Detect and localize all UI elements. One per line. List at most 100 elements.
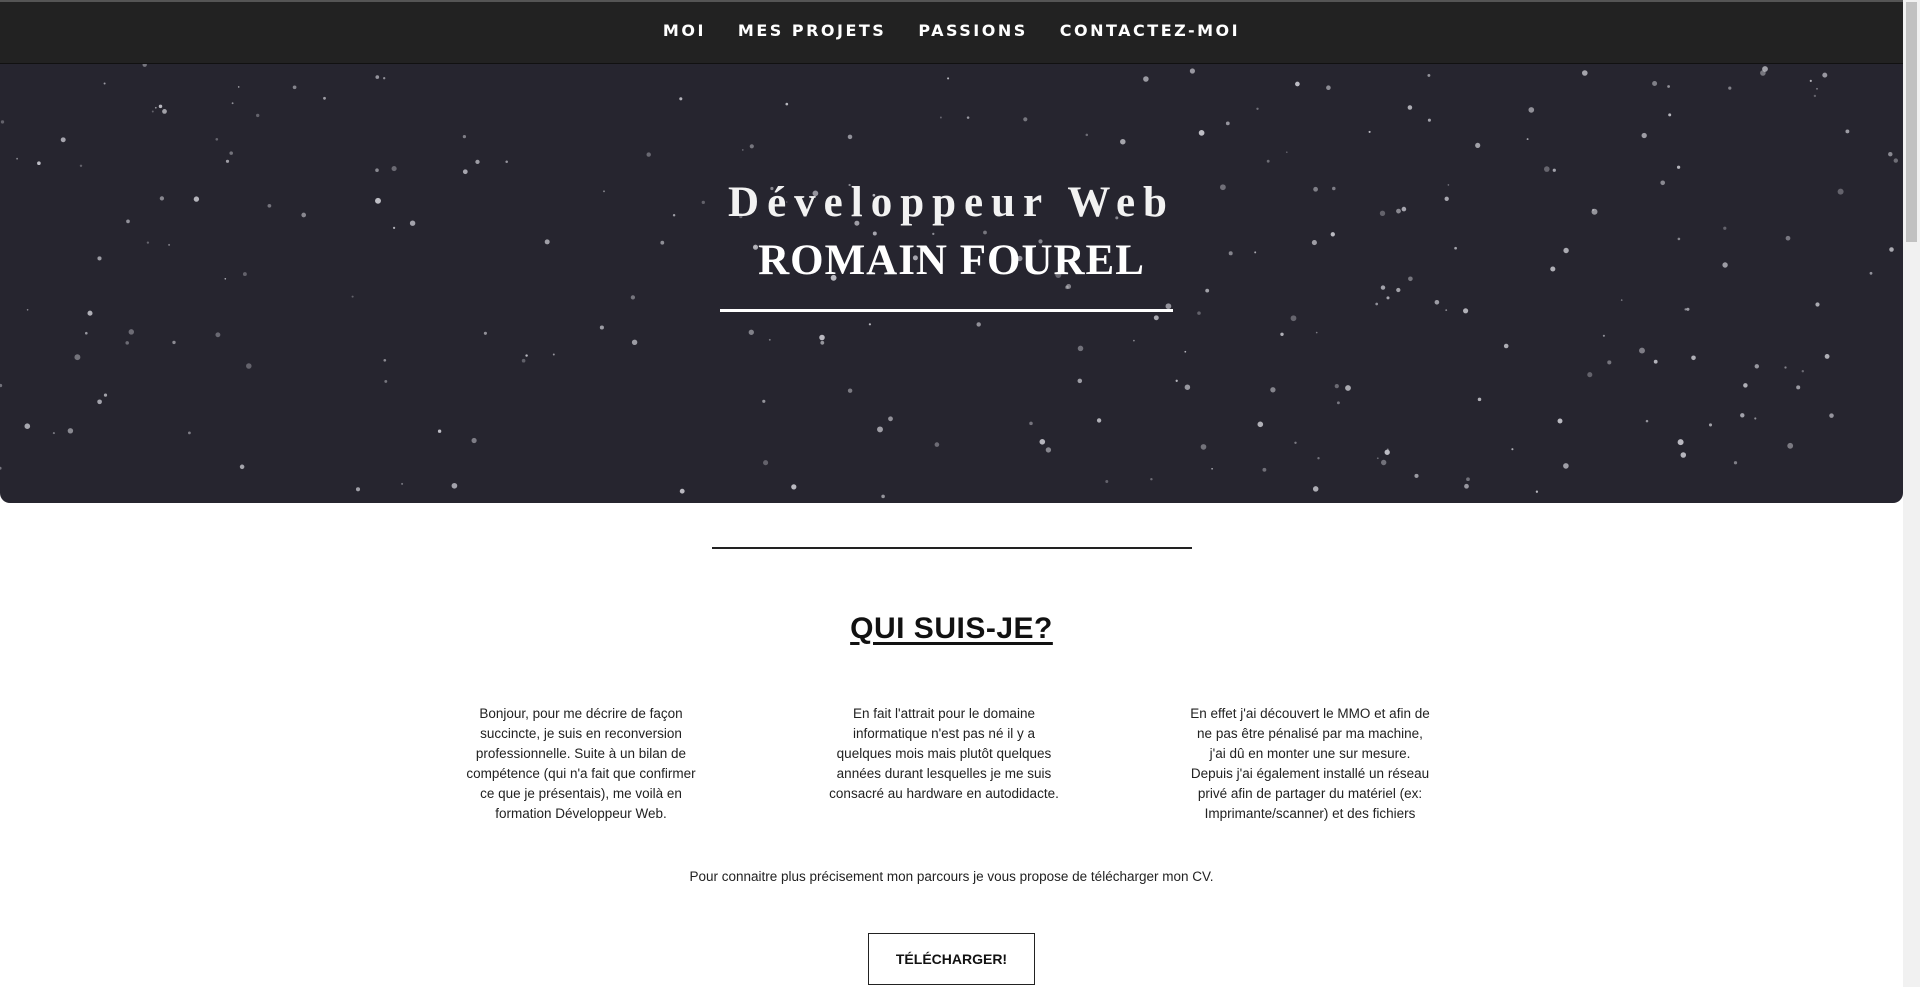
star-dot bbox=[1708, 423, 1713, 427]
star-dot bbox=[877, 426, 883, 433]
star-dot bbox=[1477, 397, 1482, 402]
star-dot bbox=[741, 149, 744, 151]
star-dot bbox=[0, 383, 3, 388]
star-dot bbox=[966, 116, 970, 119]
star-dot bbox=[1641, 132, 1647, 139]
star-dot bbox=[1813, 94, 1817, 98]
star-dot bbox=[87, 310, 93, 316]
star-dot bbox=[1816, 87, 1818, 90]
download-cv-button[interactable]: TÉLÉCHARGER! bbox=[868, 933, 1035, 985]
star-dot bbox=[1175, 379, 1178, 382]
star-dot bbox=[375, 75, 380, 79]
star-dot bbox=[1511, 448, 1514, 451]
star-dot bbox=[215, 332, 221, 338]
star-dot bbox=[151, 110, 154, 113]
star-dot bbox=[37, 161, 41, 166]
star-dot bbox=[1760, 70, 1766, 76]
star-dot bbox=[1740, 413, 1745, 418]
section-divider bbox=[712, 547, 1192, 549]
star-dot bbox=[1290, 315, 1297, 322]
star-dot bbox=[762, 399, 766, 403]
cv-invitation-text: Pour connaitre plus précisement mon parc… bbox=[689, 869, 1214, 884]
star-dot bbox=[383, 358, 387, 362]
star-dot bbox=[1607, 360, 1612, 365]
star-dot bbox=[1620, 299, 1623, 301]
star-dot bbox=[1085, 133, 1089, 137]
star-dot bbox=[1334, 383, 1339, 389]
star-dot bbox=[355, 487, 361, 492]
about-title: QUI SUIS-JE? bbox=[850, 612, 1053, 645]
star-dot bbox=[1315, 331, 1318, 334]
star-dot bbox=[505, 160, 508, 164]
star-dot bbox=[1503, 343, 1509, 349]
star-dot bbox=[1824, 353, 1830, 359]
star-dot bbox=[1039, 438, 1046, 445]
star-dot bbox=[748, 329, 754, 335]
star-dot bbox=[74, 354, 81, 361]
nav-link-moi[interactable]: MOI bbox=[663, 21, 706, 40]
star-dot bbox=[1133, 339, 1135, 342]
star-dot bbox=[437, 429, 442, 433]
star-dot bbox=[391, 166, 397, 172]
star-dot bbox=[1809, 79, 1812, 82]
star-dot bbox=[16, 157, 18, 160]
star-dot bbox=[1822, 72, 1828, 78]
star-dot bbox=[1345, 385, 1351, 391]
star-dot bbox=[1602, 334, 1605, 337]
star-dot bbox=[1639, 347, 1645, 354]
vertical-scrollbar[interactable] bbox=[1903, 0, 1920, 987]
star-dot bbox=[229, 151, 233, 155]
star-dot bbox=[1266, 159, 1270, 163]
star-dot bbox=[1723, 226, 1727, 230]
star-dot bbox=[1684, 308, 1687, 311]
star-dot bbox=[1427, 118, 1431, 122]
star-dot bbox=[375, 168, 379, 172]
star-dot bbox=[888, 416, 893, 422]
star-dot bbox=[1893, 158, 1898, 163]
star-dot bbox=[1294, 441, 1297, 444]
star-dot bbox=[1754, 364, 1760, 369]
star-dot bbox=[1581, 70, 1588, 76]
star-dot bbox=[471, 437, 477, 444]
star-dot bbox=[1784, 366, 1787, 369]
star-dot bbox=[1077, 378, 1083, 384]
star-dot bbox=[392, 226, 396, 230]
star-dot bbox=[103, 393, 108, 397]
star-dot bbox=[552, 353, 555, 356]
star-dot bbox=[819, 334, 825, 341]
star-dot bbox=[646, 152, 651, 157]
star-dot bbox=[142, 64, 147, 67]
nav-link-passions[interactable]: PASSIONS bbox=[918, 21, 1027, 40]
star-dot bbox=[934, 442, 940, 447]
star-dot bbox=[868, 323, 872, 326]
star-dot bbox=[1143, 76, 1149, 82]
star-dot bbox=[172, 340, 176, 345]
star-dot bbox=[462, 169, 468, 175]
hero-underline bbox=[720, 309, 1173, 312]
about-column-3: En effet j'ai découvert le MMO et afin d… bbox=[1190, 706, 1430, 821]
star-dot bbox=[1256, 107, 1259, 110]
scrollbar-thumb[interactable] bbox=[1906, 2, 1917, 242]
star-dot bbox=[1384, 449, 1390, 455]
nav-link-contactez-moi[interactable]: CONTACTEZ-MOI bbox=[1060, 21, 1240, 40]
star-dot bbox=[323, 96, 326, 100]
star-dot bbox=[1407, 105, 1413, 110]
star-dot bbox=[1285, 151, 1288, 154]
star-dot bbox=[1376, 457, 1379, 460]
star-dot bbox=[630, 295, 636, 300]
star-dot bbox=[0, 466, 2, 470]
star-dot bbox=[947, 77, 950, 80]
star-dot bbox=[1528, 107, 1535, 113]
star-dot bbox=[1200, 444, 1207, 450]
star-dot bbox=[521, 358, 526, 363]
about-column-1: Bonjour, pour me décrire de façon succin… bbox=[466, 706, 696, 821]
star-dot bbox=[1733, 461, 1738, 465]
star-dot bbox=[1317, 457, 1320, 460]
star-dot bbox=[1077, 345, 1084, 352]
star-dot bbox=[237, 86, 240, 88]
star-dot bbox=[881, 494, 885, 499]
star-dot bbox=[1386, 296, 1390, 300]
star-dot bbox=[79, 164, 83, 168]
star-dot bbox=[1427, 73, 1431, 77]
nav-link-mes-projets[interactable]: MES PROJETS bbox=[738, 21, 886, 40]
